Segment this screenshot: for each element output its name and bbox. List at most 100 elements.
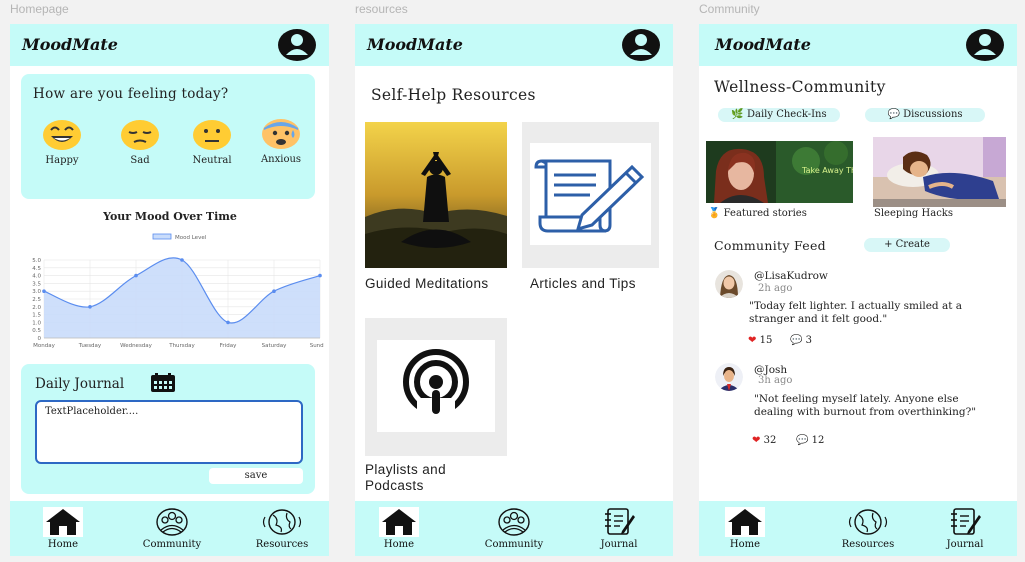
heart-icon: ❤: [748, 335, 757, 346]
nav-label-resources: Resources: [841, 539, 895, 550]
chart-data-point: [180, 258, 184, 262]
sleeping-image: [873, 137, 1006, 207]
chart-x-tick-label: Friday: [220, 343, 237, 349]
chart-data-point: [272, 289, 276, 293]
chart-y-tick-label: 0: [38, 336, 42, 342]
chart-x-tick-label: Wednesday: [120, 343, 153, 349]
like-count-value: 15: [759, 335, 773, 346]
chart-y-tick-label: 3.0: [32, 289, 41, 295]
resource-playlists-podcasts[interactable]: [365, 318, 507, 456]
journal-card: Daily Journal TextPlaceholder.... save: [21, 364, 315, 494]
home-icon: [43, 507, 83, 537]
nav-label-journal: Journal: [600, 539, 638, 550]
post-timestamp: 3h ago: [758, 375, 793, 386]
home-icon: [379, 507, 419, 537]
nav-item-community[interactable]: Community: [132, 507, 212, 550]
journal-text-input[interactable]: TextPlaceholder....: [35, 400, 303, 464]
chart-data-point: [88, 305, 92, 309]
app-logo[interactable]: MoodMate: [22, 35, 118, 54]
community-icon: [498, 508, 530, 536]
resource-guided-meditations[interactable]: [365, 122, 507, 268]
resource-label-podcasts: Playlists and Podcasts: [365, 462, 446, 493]
mood-option-happy[interactable]: Happy: [32, 119, 92, 166]
app-logo[interactable]: MoodMate: [715, 35, 811, 54]
nav-label-home: Home: [383, 539, 415, 550]
anxious-face-icon: [262, 119, 300, 149]
featured-story-card[interactable]: Take Away The Shame: [706, 141, 853, 203]
mood-label-happy: Happy: [45, 155, 79, 166]
calendar-icon: [151, 373, 175, 392]
document-pen-icon: [530, 143, 651, 245]
journal-icon: [605, 508, 635, 535]
chart-legend-label: Mood Level: [175, 235, 207, 241]
resource-label-meditations: Guided Meditations: [365, 276, 489, 291]
journal-icon: [951, 508, 981, 535]
user-avatar-icon[interactable]: [277, 28, 317, 62]
frame-label-resources: resources: [355, 2, 408, 16]
mood-label-sad: Sad: [130, 155, 150, 166]
comment-icon: 💬: [796, 435, 809, 446]
resource-articles-tips[interactable]: [522, 122, 659, 268]
post-like-count[interactable]: ❤ 32: [752, 435, 776, 446]
featured-story-image: Take Away The Shame: [706, 141, 853, 203]
mood-option-anxious[interactable]: Anxious: [251, 118, 311, 165]
chart-y-tick-label: 1.5: [32, 313, 41, 319]
post-username[interactable]: @LisaKudrow: [754, 270, 828, 282]
nav-item-home[interactable]: Home: [705, 507, 785, 550]
sleeping-hacks-label: Sleeping Hacks: [874, 208, 953, 219]
mood-label-neutral: Neutral: [192, 155, 232, 166]
nav-label-resources: Resources: [255, 539, 309, 550]
mood-checkin-card: How are you feeling today? Happy Sad Neu…: [21, 74, 315, 199]
nav-item-resources[interactable]: Resources: [242, 507, 322, 550]
nav-item-resources[interactable]: Resources: [828, 507, 908, 550]
home-icon: [725, 507, 765, 537]
globe-icon: [262, 509, 302, 535]
nav-item-journal[interactable]: Journal: [579, 507, 659, 550]
chart-y-tick-label: 5.0: [32, 258, 41, 264]
resources-title: Self-Help Resources: [371, 86, 536, 104]
homepage-screen: MoodMate How are you feeling today? Happ…: [10, 24, 329, 556]
mood-chart: 0 0.5 1.01.5 2.0 2.5 3.0 3.54.0 4.5 5.0 Monday Tue…: [32, 233, 324, 349]
mood-option-neutral[interactable]: Neutral: [182, 119, 242, 166]
user-avatar-icon[interactable]: [621, 28, 661, 62]
chart-x-tick-label: Monday: [33, 343, 55, 349]
chart-y-tick-label: 2.5: [32, 297, 41, 303]
mood-option-sad[interactable]: Sad: [110, 119, 170, 166]
chart-x-tick-label: Tuesday: [78, 343, 102, 349]
bottom-nav: Home Resources Journal: [699, 501, 1017, 556]
journal-title: Daily Journal: [35, 376, 125, 392]
post-body: "Today felt lighter. I actually smiled a…: [749, 300, 963, 325]
post-avatar-josh[interactable]: [715, 363, 743, 391]
chart-data-point: [226, 320, 230, 325]
nav-item-journal[interactable]: Journal: [925, 507, 1005, 550]
community-icon: [156, 508, 188, 536]
post-body: "Not feeling myself lately. Anyone else …: [754, 393, 977, 418]
app-logo[interactable]: MoodMate: [367, 35, 463, 54]
nav-label-home: Home: [729, 539, 761, 550]
post-comment-count[interactable]: 💬 12: [796, 435, 824, 446]
app-header: MoodMate: [10, 24, 329, 66]
sleeping-hacks-card[interactable]: [873, 137, 1006, 207]
feed-title: Community Feed: [714, 238, 826, 253]
post-like-count[interactable]: ❤ 15: [748, 335, 772, 346]
create-post-button[interactable]: + Create: [864, 238, 950, 252]
featured-story-label: 🏅 Featured stories: [708, 208, 807, 219]
chart-y-tick-label: 4.5: [32, 266, 41, 272]
chart-data-point: [318, 273, 322, 278]
discussions-pill[interactable]: 💬 Discussions: [865, 108, 985, 122]
nav-item-home[interactable]: Home: [359, 507, 439, 550]
daily-checkins-pill[interactable]: 🌿 Daily Check-Ins: [718, 108, 840, 122]
post-comment-count[interactable]: 💬 3: [790, 335, 812, 346]
mood-question: How are you feeling today?: [33, 86, 229, 102]
chart-data-point: [42, 289, 46, 293]
nav-item-community[interactable]: Community: [474, 507, 554, 550]
happy-face-icon: [43, 120, 81, 150]
app-header: MoodMate: [699, 24, 1017, 66]
save-button[interactable]: save: [209, 468, 303, 484]
like-count-value: 32: [763, 435, 777, 446]
podcast-icon: [377, 340, 495, 432]
chart-x-tick-label: Thursday: [168, 343, 195, 349]
nav-item-home[interactable]: Home: [23, 507, 103, 550]
post-avatar-lisa[interactable]: [715, 270, 743, 298]
user-avatar-icon[interactable]: [965, 28, 1005, 62]
